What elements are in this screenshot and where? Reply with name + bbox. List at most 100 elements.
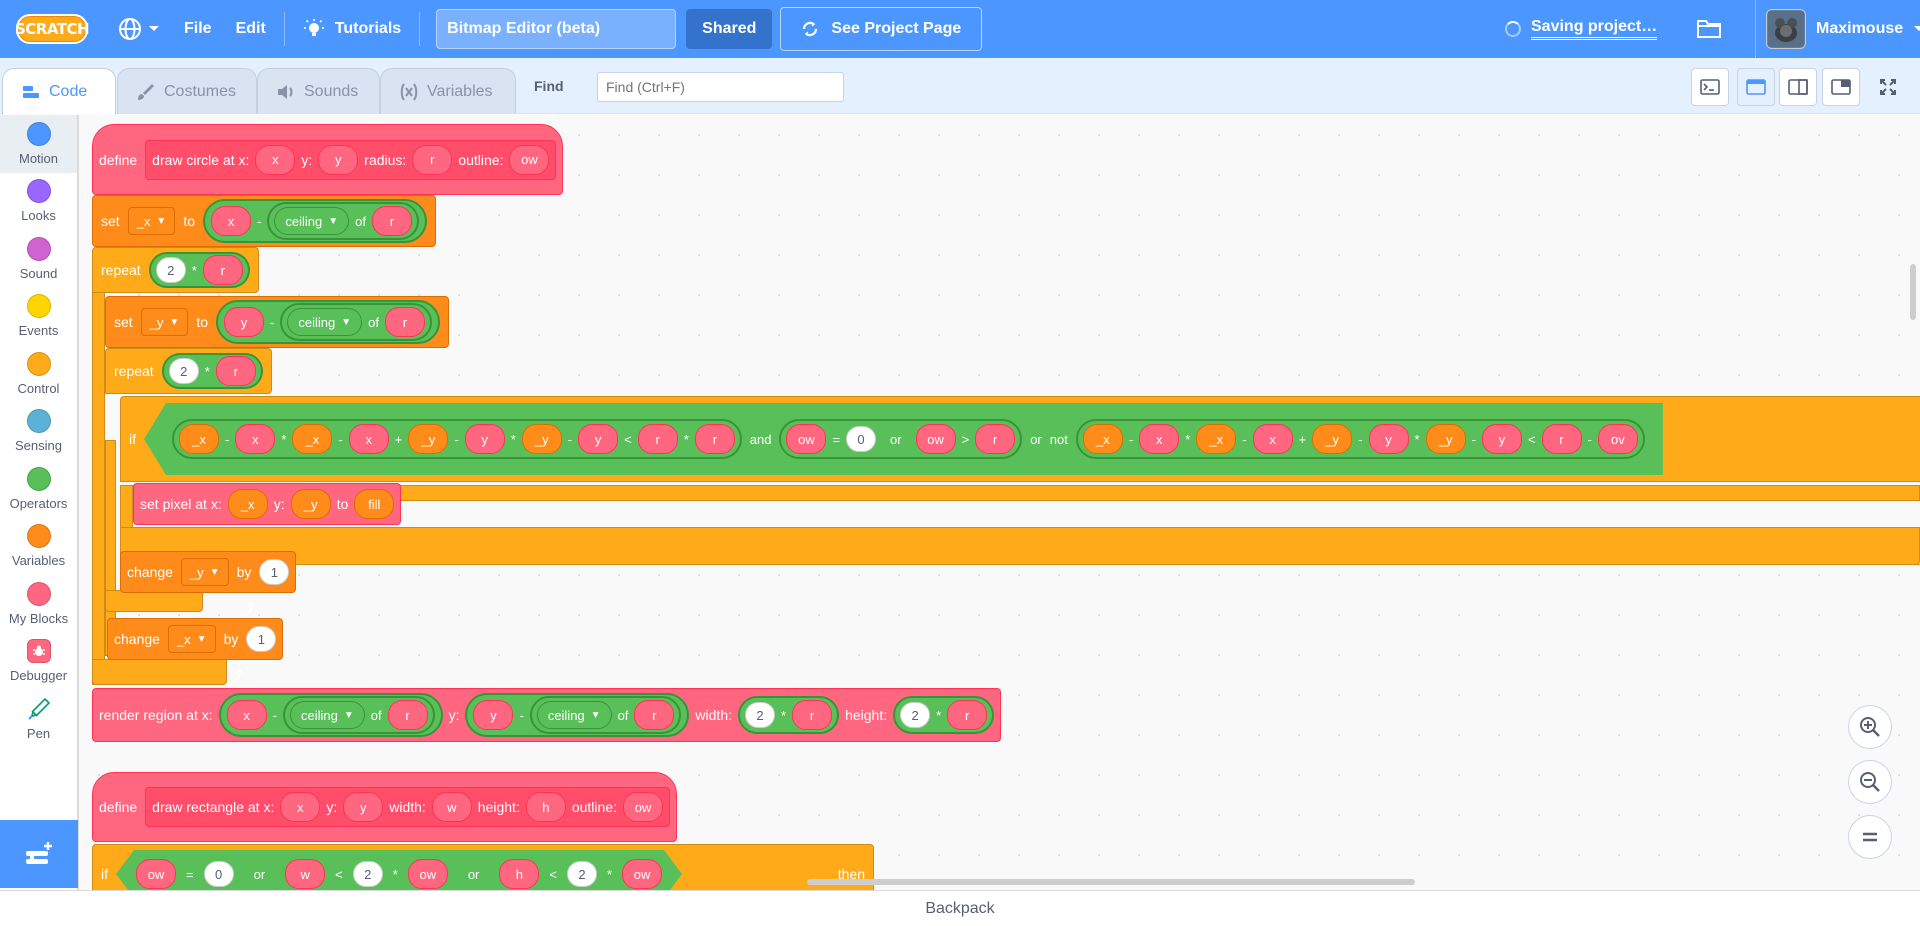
multiply-operator[interactable]: 2 * r — [161, 353, 263, 389]
subtract-operator[interactable]: y - ceiling ▼ of r — [216, 300, 440, 344]
variable-dropdown[interactable]: _y ▼ — [180, 558, 229, 586]
vertical-scrollbar[interactable] — [1910, 264, 1916, 320]
render-region-block[interactable]: render region at x: x - ceiling ▼ of r y:… — [92, 688, 1002, 742]
or-operator[interactable]: ow = 0 or ow > r — [779, 419, 1023, 459]
custom-block-prototype[interactable]: draw circle at x: x y: y radius: r outli… — [145, 139, 557, 180]
category-motion[interactable]: Motion — [0, 115, 77, 173]
file-menu[interactable]: File — [172, 0, 224, 58]
subtract-operator[interactable]: y - ceiling ▼ of r — [465, 693, 690, 737]
define-hat-block[interactable]: define draw circle at x: x y: y radius: … — [92, 124, 564, 195]
see-project-page-button[interactable]: See Project Page — [780, 7, 983, 51]
variable-reporter[interactable]: _x — [179, 424, 219, 454]
subtract-operator[interactable]: x - ceiling ▼ of r — [203, 199, 427, 243]
repeat-block[interactable]: repeat 2 * r — [92, 247, 259, 293]
account-menu[interactable]: Maximouse — [1755, 0, 1920, 58]
category-control[interactable]: Control — [0, 345, 77, 403]
tab-costumes[interactable]: Costumes — [117, 68, 257, 114]
multiply-operator[interactable]: 2 * r — [738, 696, 840, 734]
number-input[interactable]: 0 — [204, 861, 234, 887]
arg-outline[interactable]: ow — [509, 144, 550, 175]
subtract-operator[interactable]: x - ceiling ▼ of r — [218, 693, 443, 737]
less-than-operator[interactable]: _x - x * _x - x + _y - y * _y - y < r * … — [172, 419, 742, 459]
script-workspace[interactable]: ⤴ ⤴ define draw circle at x: x y: y radi… — [79, 115, 1920, 890]
reporter-r[interactable]: r — [202, 255, 243, 285]
reporter-y[interactable]: y — [224, 307, 265, 337]
reporter-x[interactable]: x — [1139, 424, 1180, 454]
edit-menu[interactable]: Edit — [224, 0, 278, 58]
arg-outline[interactable]: ow — [623, 792, 663, 822]
define-hat-block[interactable]: define draw rectangle at x: x y: y width… — [92, 772, 677, 842]
small-stage-button[interactable] — [1737, 68, 1775, 106]
math-function-dropdown[interactable]: ceiling ▼ — [274, 207, 350, 235]
reporter-width[interactable]: w — [285, 859, 325, 889]
number-input[interactable]: 1 — [259, 559, 290, 585]
set-variable-block[interactable]: set _y ▼ to y - ceiling ▼ of r — [105, 296, 449, 348]
arg-y[interactable]: y — [343, 792, 384, 822]
tab-sounds[interactable]: Sounds — [257, 68, 380, 114]
fullscreen-button[interactable] — [1869, 68, 1907, 106]
math-function-dropdown[interactable]: ceiling ▼ — [287, 308, 363, 336]
custom-block-prototype[interactable]: draw rectangle at x: x y: y width: w hei… — [145, 787, 670, 827]
reporter-height[interactable]: h — [499, 859, 539, 889]
number-input[interactable]: 2 — [567, 861, 597, 887]
variable-dropdown[interactable]: _y ▼ — [140, 308, 189, 336]
category-sound[interactable]: Sound — [0, 230, 77, 288]
number-input[interactable]: 2 — [168, 358, 199, 384]
arg-x[interactable]: x — [255, 144, 296, 175]
reporter-x[interactable]: x — [235, 424, 276, 454]
multiply-operator[interactable]: 2 * r — [148, 252, 250, 288]
set-pixel-block[interactable]: set pixel at x: _x y: _y to fill — [133, 483, 402, 525]
variable-reporter[interactable]: _y — [1312, 424, 1353, 454]
variable-reporter[interactable]: _y — [290, 489, 331, 519]
variable-dropdown[interactable]: _x ▼ — [127, 207, 176, 235]
number-input[interactable]: 2 — [353, 861, 383, 887]
variable-reporter[interactable]: _y — [1425, 424, 1466, 454]
reporter-x[interactable]: x — [226, 700, 267, 730]
arg-width[interactable]: w — [431, 792, 472, 822]
reporter-ow[interactable]: ow — [408, 859, 448, 889]
number-input[interactable]: 1 — [246, 626, 277, 652]
number-input[interactable]: 2 — [155, 257, 186, 283]
variable-reporter[interactable]: _y — [408, 424, 449, 454]
repeat-block[interactable]: repeat 2 * r — [105, 348, 272, 394]
reporter-ow[interactable]: ov — [1597, 424, 1638, 454]
math-function-dropdown[interactable]: ceiling ▼ — [289, 701, 365, 729]
reporter-r[interactable]: r — [947, 700, 988, 730]
ceiling-operator[interactable]: ceiling ▼ of r — [529, 696, 682, 734]
number-input[interactable]: 2 — [900, 702, 931, 728]
project-title-input[interactable]: Bitmap Editor (beta) — [436, 9, 677, 49]
ceiling-operator[interactable]: ceiling ▼ of r — [267, 202, 419, 240]
and-operator[interactable]: _x - x * _x - x + _y - y * _y - y < r * … — [144, 403, 1663, 475]
reporter-y[interactable]: y — [1368, 424, 1409, 454]
reporter-y[interactable]: y — [578, 424, 619, 454]
arg-y[interactable]: y — [318, 144, 359, 175]
category-variables[interactable]: Variables — [0, 518, 77, 576]
less-than-operator[interactable]: _x - x * _x - x + _y - y * _y - y < r - … — [1075, 419, 1645, 459]
reporter-y[interactable]: y — [1481, 424, 1522, 454]
arg-height[interactable]: h — [525, 792, 566, 822]
if-block[interactable]: if _x - x * _x - x + _y - y * _y - y < r… — [120, 396, 1920, 482]
if-then-block[interactable]: if ow = 0 or w < 2 * ow or h < 2 * ow th… — [92, 844, 874, 890]
category-looks[interactable]: Looks — [0, 173, 77, 231]
category-events[interactable]: Events — [0, 288, 77, 346]
language-menu[interactable] — [106, 0, 172, 58]
reporter-r[interactable]: r — [384, 307, 425, 337]
multiply-operator[interactable]: 2 * r — [893, 696, 995, 734]
reporter-ow[interactable]: ow — [136, 859, 176, 889]
ceiling-operator[interactable]: ceiling ▼ of r — [280, 303, 432, 341]
layout-stage-button[interactable] — [1822, 68, 1860, 106]
change-variable-block[interactable]: change _y ▼ by 1 — [120, 551, 297, 593]
variable-reporter[interactable]: _x — [227, 489, 268, 519]
arg-x[interactable]: x — [280, 792, 321, 822]
reporter-x[interactable]: x — [211, 206, 252, 236]
variable-reporter[interactable]: _x — [1196, 424, 1237, 454]
reporter-ow[interactable]: ow — [786, 424, 827, 454]
reporter-r[interactable]: r — [792, 700, 833, 730]
reporter-r[interactable]: r — [634, 700, 675, 730]
reporter-r[interactable]: r — [637, 424, 678, 454]
number-input[interactable]: 0 — [846, 426, 877, 452]
tab-code[interactable]: Code — [2, 68, 116, 115]
change-variable-block[interactable]: change _x ▼ by 1 — [107, 618, 284, 660]
backpack-bar[interactable]: Backpack — [0, 890, 1920, 926]
reporter-ow[interactable]: ow — [622, 859, 662, 889]
